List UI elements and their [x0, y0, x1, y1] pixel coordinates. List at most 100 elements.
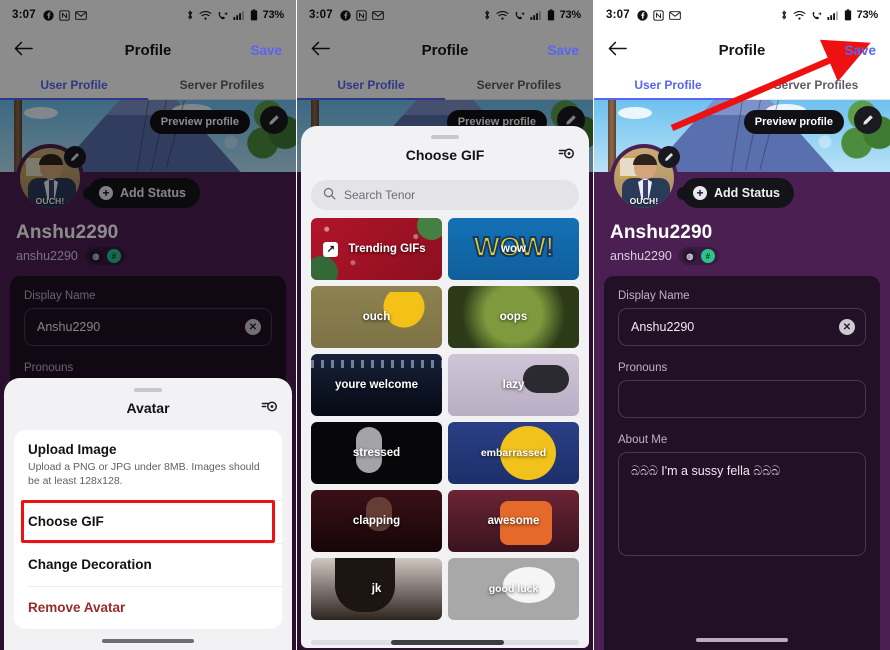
badge-pill[interactable]: ◍ #: [678, 247, 719, 265]
avatar-hair: [633, 154, 657, 165]
profile-handle: anshu2290: [610, 249, 672, 263]
trending-chart-icon: ↗: [323, 241, 339, 257]
avatar-bottom-sheet: Avatar Upload Image Upload a PNG or JPG …: [4, 377, 292, 650]
display-name-value: Anshu2290: [631, 320, 695, 334]
sheet-item-title: Change Decoration: [28, 557, 152, 572]
gif-trending-row: ↗ Trending GIFs: [323, 241, 429, 257]
notion-icon: [653, 9, 664, 21]
name-block: Anshu2290 anshu2290 ◍ #: [610, 222, 719, 265]
save-button[interactable]: Save: [250, 43, 282, 58]
edit-avatar-pencil-icon[interactable]: [658, 146, 680, 168]
search-icon: [323, 187, 336, 203]
app-bar: Profile Save: [594, 30, 890, 70]
edit-banner-pencil-icon[interactable]: [854, 106, 882, 134]
screenshot-stage: 3:07 73% Profile Save User Profile Serve…: [0, 0, 890, 650]
battery-icon: [844, 9, 852, 21]
panel-profile-save: 3:07 73% Profile Save User Profile Serve…: [594, 0, 890, 650]
phone-screen-1: 3:07 73% Profile Save User Profile Serve…: [0, 0, 296, 650]
phone-screen-2: 3:07 73% Profile Save User Profile Serve…: [297, 0, 593, 650]
help-icon[interactable]: [558, 146, 575, 166]
about-me-label: About Me: [618, 434, 668, 446]
profile-body: Preview profile OUCH! + Add Status Anshu…: [594, 100, 890, 650]
call-forward-icon: [811, 10, 822, 21]
panel-gif-picker: 3:07 73% Profile Save User Profile Serve…: [297, 0, 593, 650]
meteor-badge-icon: ◍: [682, 249, 697, 263]
gif-cell-stressed[interactable]: stressed: [311, 422, 442, 484]
profile-tabs: User Profile Server Profiles: [594, 70, 890, 100]
sheet-item-title: Choose GIF: [28, 514, 104, 529]
avatar-caption: OUCH!: [629, 196, 659, 206]
clear-icon[interactable]: ✕: [839, 319, 855, 335]
profile-display-name: Anshu2290: [610, 222, 713, 243]
scrollbar[interactable]: [311, 640, 579, 645]
gif-cell-youre-welcome[interactable]: youre welcome: [311, 354, 442, 416]
display-name-input[interactable]: Anshu2290 ✕: [618, 308, 866, 346]
gif-label: good luck: [488, 583, 539, 595]
handle-row: anshu2290 ◍ #: [610, 247, 719, 265]
gif-cell-ouch[interactable]: ouch: [311, 286, 442, 348]
signal-icon: [827, 10, 839, 21]
avatar[interactable]: OUCH!: [610, 144, 690, 212]
gif-label: jk: [371, 583, 382, 595]
gif-cell-lazy[interactable]: lazy: [448, 354, 579, 416]
gif-cell-jk[interactable]: jk: [311, 558, 442, 620]
home-indicator: [696, 638, 788, 642]
gif-label: oops: [499, 311, 528, 323]
gif-cell-oops[interactable]: oops: [448, 286, 579, 348]
about-me-input[interactable]: බබබ I'm a sussy fella බබබ: [618, 452, 866, 556]
phone-screen-3: 3:07 73% Profile Save User Profile Serve…: [594, 0, 890, 650]
gif-label: youre welcome: [334, 379, 419, 391]
search-placeholder: Search Tenor: [344, 188, 416, 202]
sheet-item-title: Upload Image: [28, 441, 117, 457]
gif-cell-awesome[interactable]: awesome: [448, 490, 579, 552]
tab-user-profile[interactable]: User Profile: [594, 70, 742, 100]
pronouns-label: Pronouns: [618, 362, 668, 374]
sheet-item-choose-gif[interactable]: Choose GIF: [14, 500, 282, 543]
gif-cell-trending[interactable]: ↗ Trending GIFs: [311, 218, 442, 280]
gif-cell-clapping[interactable]: clapping: [311, 490, 442, 552]
wifi-icon: [792, 10, 806, 21]
status-left-icons: [637, 9, 681, 21]
gmail-icon: [669, 10, 681, 21]
preview-profile-button[interactable]: Preview profile: [743, 110, 844, 134]
scrollbar-thumb[interactable]: [391, 640, 504, 645]
gif-cell-embarrassed[interactable]: embarrassed: [448, 422, 579, 484]
sheet-item-change-decoration[interactable]: Change Decoration: [14, 543, 282, 586]
about-me-value: බබබ I'm a sussy fella බබබ: [631, 464, 781, 478]
gif-label: lazy: [502, 379, 525, 391]
gif-label: stressed: [352, 447, 401, 459]
sheet-item-remove-avatar[interactable]: Remove Avatar: [14, 586, 282, 629]
sheet-item-title: Remove Avatar: [28, 600, 126, 615]
gif-label: embarrassed: [480, 447, 547, 459]
add-status-label: Add Status: [714, 186, 780, 200]
panel-avatar-sheet: 3:07 73% Profile Save User Profile Serve…: [0, 0, 296, 650]
choose-gif-sheet: Choose GIF Search Tenor ↗ Trending GIFs …: [301, 126, 589, 648]
tab-server-profiles[interactable]: Server Profiles: [742, 70, 890, 100]
facebook-icon: [637, 9, 648, 21]
status-bar: 3:07 73%: [594, 0, 890, 30]
avatar-options-list: Upload Image Upload a PNG or JPG under 8…: [14, 429, 282, 629]
search-input[interactable]: Search Tenor: [311, 180, 579, 210]
gif-label: ouch: [362, 311, 391, 323]
gif-cell-good-luck[interactable]: good luck: [448, 558, 579, 620]
battery-percent: 73%: [856, 9, 879, 21]
sheet-title: Avatar: [126, 399, 170, 416]
gif-cell-wow[interactable]: wow: [448, 218, 579, 280]
pronouns-input[interactable]: [618, 380, 866, 418]
display-name-label: Display Name: [618, 290, 690, 302]
sheet-header: Choose GIF: [301, 139, 589, 171]
save-button[interactable]: Save: [844, 43, 876, 58]
save-button[interactable]: Save: [547, 43, 579, 58]
help-icon[interactable]: [261, 399, 278, 419]
hash-badge-icon: #: [700, 249, 715, 263]
sheet-item-subtitle: Upload a PNG or JPG under 8MB. Images sh…: [28, 460, 260, 487]
gif-label: clapping: [352, 515, 401, 527]
home-indicator: [102, 639, 194, 643]
profile-fields-card: Display Name Anshu2290 ✕ Pronouns About …: [604, 276, 880, 650]
add-status-button[interactable]: + Add Status: [682, 178, 794, 208]
sheet-item-upload-image[interactable]: Upload Image Upload a PNG or JPG under 8…: [14, 430, 282, 500]
gif-grid: ↗ Trending GIFs wow ouch oops: [311, 218, 579, 620]
back-arrow-icon[interactable]: [608, 40, 627, 60]
plus-icon: +: [693, 186, 707, 200]
status-right-icons: 73%: [780, 9, 878, 21]
